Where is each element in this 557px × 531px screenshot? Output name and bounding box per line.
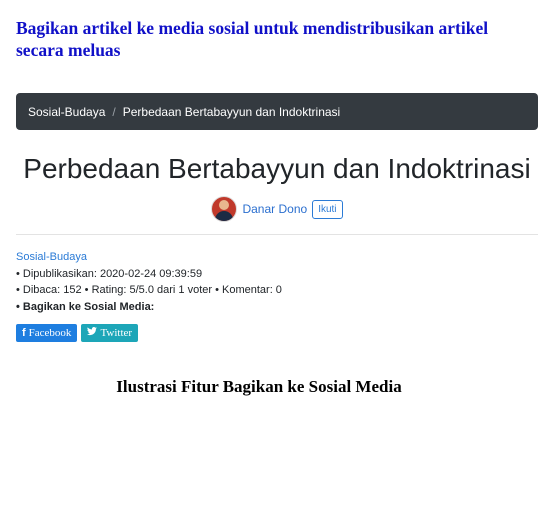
divider: [16, 234, 538, 235]
share-label: • Bagikan ke Sosial Media:: [16, 300, 155, 313]
avatar[interactable]: [211, 196, 238, 222]
facebook-icon: f: [22, 327, 26, 339]
figure-caption: Ilustrasi Fitur Bagikan ke Sosial Media: [116, 377, 402, 396]
page-heading: Bagikan artikel ke media sosial untuk me…: [16, 18, 489, 60]
facebook-share-button[interactable]: f Facebook: [16, 324, 78, 342]
breadcrumb: Sosial-Budaya / Perbedaan Bertabayyun da…: [16, 93, 538, 130]
category-link[interactable]: Sosial-Budaya: [16, 249, 538, 266]
article-stats: • Dibaca: 152 • Rating: 5/5.0 dari 1 vot…: [16, 284, 282, 296]
breadcrumb-item-category[interactable]: Sosial-Budaya: [28, 105, 105, 119]
author-row: Danar Dono Ikuti: [16, 196, 538, 222]
twitter-share-button[interactable]: Twitter: [81, 324, 139, 342]
article-screenshot: Sosial-Budaya / Perbedaan Bertabayyun da…: [16, 93, 538, 342]
published-date: • Dipublikasikan: 2020-02-24 09:39:59: [16, 267, 203, 280]
twitter-icon: [87, 327, 98, 339]
article-meta: Sosial-Budaya • Dipublikasikan: 2020-02-…: [16, 249, 538, 315]
article-title: Perbedaan Bertabayyun dan Indoktrinasi: [23, 153, 531, 184]
breadcrumb-item-article: Perbedaan Bertabayyun dan Indoktrinasi: [122, 104, 341, 119]
twitter-label: Twitter: [100, 327, 133, 339]
facebook-label: Facebook: [28, 327, 72, 339]
breadcrumb-separator: /: [112, 104, 116, 119]
share-buttons: f Facebook Twitter: [16, 324, 538, 342]
follow-button[interactable]: Ikuti: [312, 199, 343, 219]
author-name[interactable]: Danar Dono: [242, 202, 307, 216]
